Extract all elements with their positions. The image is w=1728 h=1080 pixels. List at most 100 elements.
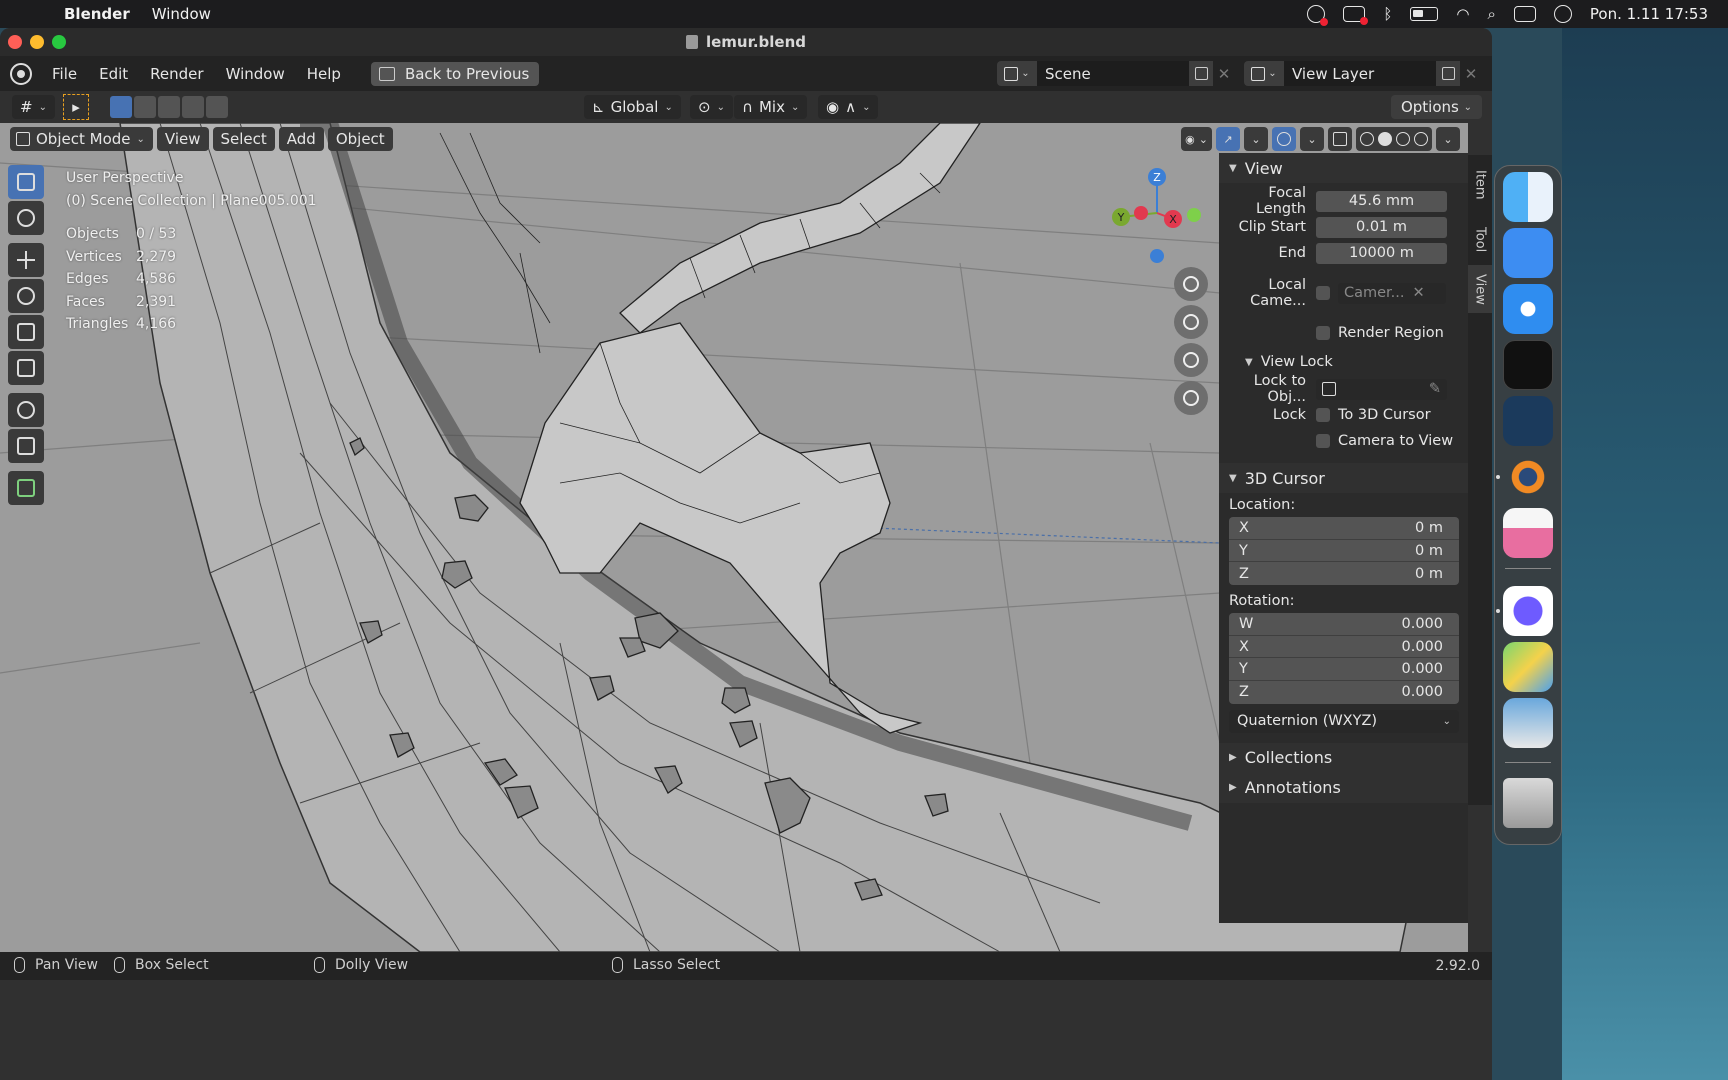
scene-copy-button[interactable]: [1189, 61, 1213, 86]
menu-edit[interactable]: Edit: [89, 65, 140, 83]
pan-view-button[interactable]: [1174, 305, 1208, 339]
select-tool-icon[interactable]: ▸: [63, 94, 89, 120]
scale-tool[interactable]: [8, 315, 44, 349]
creative-cloud-icon[interactable]: [1307, 5, 1329, 26]
measure-tool[interactable]: [8, 429, 44, 463]
safari-icon[interactable]: [1503, 284, 1553, 334]
rotation-y-field[interactable]: Y 0.000: [1229, 658, 1459, 682]
material-shading-icon[interactable]: [1396, 132, 1410, 146]
select-invert-icon[interactable]: [182, 96, 204, 118]
pivot-point-dropdown[interactable]: ⊙ ⌄: [690, 95, 733, 119]
menu-file[interactable]: File: [42, 65, 89, 83]
finder-icon[interactable]: [1503, 172, 1553, 222]
viewport-menu-object[interactable]: Object: [327, 127, 393, 151]
bluetooth-icon[interactable]: ᛒ: [1383, 5, 1392, 23]
viewport-menu-view[interactable]: View: [156, 127, 209, 151]
snap-magnet-icon[interactable]: ∩: [742, 98, 753, 116]
lock-to-object-field[interactable]: ✎: [1316, 378, 1447, 400]
camera-to-view-checkbox[interactable]: [1316, 434, 1330, 448]
window-minimize-button[interactable]: [30, 35, 44, 49]
view-layer-remove-button[interactable]: ✕: [1460, 65, 1482, 83]
transform-orientation-dropdown[interactable]: ⊾ Global ⌄: [584, 95, 681, 119]
steam-icon[interactable]: [1503, 396, 1553, 446]
overlays-dropdown[interactable]: ⌄: [1300, 127, 1324, 151]
clip-start-field[interactable]: 0.01 m: [1316, 216, 1447, 238]
trash-icon[interactable]: [1503, 778, 1553, 828]
camera-view-button[interactable]: [1174, 343, 1208, 377]
lock-to-cursor-checkbox[interactable]: [1316, 408, 1330, 422]
wifi-icon[interactable]: ◠: [1456, 5, 1469, 23]
zoom-view-button[interactable]: [1174, 267, 1208, 301]
scene-remove-button[interactable]: ✕: [1213, 65, 1235, 83]
select-intersect-icon[interactable]: [206, 96, 228, 118]
wireframe-shading-icon[interactable]: [1360, 132, 1374, 146]
options-dropdown[interactable]: Options ⌄: [1390, 95, 1482, 119]
collections-header[interactable]: ▶ Collections: [1219, 742, 1468, 773]
object-mode-dropdown[interactable]: Object Mode ⌄: [10, 127, 153, 151]
back-to-previous-button[interactable]: Back to Previous: [370, 61, 540, 86]
proportional-editing-toggle[interactable]: ◉ ∧ ⌄: [818, 95, 879, 119]
view-panel-header[interactable]: ▼ View: [1219, 153, 1468, 183]
local-camera-checkbox[interactable]: [1316, 286, 1330, 300]
editor-type-dropdown[interactable]: # ⌄: [12, 95, 55, 119]
3d-viewport[interactable]: Object Mode ⌄ View Select Add Object ◉ ⌄ ↗…: [0, 123, 1468, 952]
annotate-tool[interactable]: [8, 393, 44, 427]
transform-tool[interactable]: [8, 351, 44, 385]
viewport-menu-add[interactable]: Add: [278, 127, 324, 151]
scene-name-field[interactable]: Scene: [1037, 61, 1189, 86]
cursor-tool[interactable]: [8, 201, 44, 235]
gizmo-toggle[interactable]: ↗: [1216, 127, 1240, 151]
viewport-menu-select[interactable]: Select: [212, 127, 275, 151]
xray-toggle[interactable]: [1328, 127, 1352, 151]
control-center-icon[interactable]: [1513, 6, 1536, 22]
view-layer-name-field[interactable]: View Layer: [1284, 61, 1436, 86]
blender-logo-icon[interactable]: [10, 62, 32, 85]
window-close-button[interactable]: [8, 35, 22, 49]
activity-monitor-icon[interactable]: [1503, 340, 1553, 390]
location-z-field[interactable]: Z0 m: [1229, 562, 1459, 585]
tab-tool[interactable]: Tool: [1468, 215, 1492, 265]
eyedropper-icon[interactable]: ✎: [1429, 381, 1441, 397]
maps-icon[interactable]: [1503, 642, 1553, 692]
overlays-toggle[interactable]: [1272, 127, 1296, 151]
mail-icon[interactable]: [1503, 228, 1553, 278]
move-tool[interactable]: [8, 243, 44, 277]
menubar-clock[interactable]: Pon. 1.11 17:53: [1590, 5, 1708, 23]
annotations-header[interactable]: ▶ Annotations: [1219, 772, 1468, 803]
render-region-checkbox[interactable]: [1316, 326, 1330, 340]
gizmo-dropdown[interactable]: ⌄: [1244, 127, 1268, 151]
tab-item[interactable]: Item: [1468, 155, 1492, 215]
view-layer-browse-button[interactable]: ⌄: [1244, 61, 1284, 86]
camera-to-view-label[interactable]: Camera to View: [1338, 433, 1453, 449]
local-camera-field[interactable]: Camer... ✕: [1338, 282, 1446, 304]
falloff-icon[interactable]: ∧: [845, 98, 856, 116]
3d-cursor-header[interactable]: ▼ 3D Cursor: [1219, 463, 1468, 493]
battery-icon[interactable]: [1410, 7, 1439, 21]
add-cube-tool[interactable]: [8, 471, 44, 505]
cleanmymac-icon[interactable]: [1503, 508, 1553, 558]
menubar-app-name[interactable]: Blender: [64, 5, 130, 23]
scene-browse-button[interactable]: ⌄: [997, 61, 1037, 86]
view-layer-copy-button[interactable]: [1436, 61, 1460, 86]
select-extend-icon[interactable]: [134, 96, 156, 118]
rotate-tool[interactable]: [8, 279, 44, 313]
spotlight-search-icon[interactable]: ⌕: [1487, 5, 1495, 23]
render-region-label[interactable]: Render Region: [1338, 325, 1444, 341]
select-subtract-icon[interactable]: [158, 96, 180, 118]
rotation-mode-dropdown[interactable]: Quaternion (WXYZ) ⌄: [1229, 709, 1459, 733]
select-box-tool[interactable]: [8, 165, 44, 199]
lock-to-cursor-label[interactable]: To 3D Cursor: [1338, 407, 1431, 423]
select-new-icon[interactable]: [110, 96, 132, 118]
blender-icon[interactable]: [1503, 452, 1553, 502]
menu-window[interactable]: Window: [216, 65, 297, 83]
rotation-z-field[interactable]: Z 0.000: [1229, 681, 1459, 704]
solid-shading-icon[interactable]: [1378, 132, 1392, 146]
menubar-window[interactable]: Window: [152, 5, 211, 23]
screen-record-icon[interactable]: [1343, 6, 1369, 25]
visibility-dropdown[interactable]: ◉ ⌄: [1181, 127, 1212, 151]
menu-render[interactable]: Render: [140, 65, 215, 83]
navigation-gizmo[interactable]: Z X Y: [1105, 163, 1205, 273]
snap-dropdown[interactable]: ∩ Mix ⌄: [734, 95, 808, 119]
messenger-icon[interactable]: [1503, 586, 1553, 636]
clip-end-field[interactable]: 10000 m: [1316, 242, 1447, 264]
